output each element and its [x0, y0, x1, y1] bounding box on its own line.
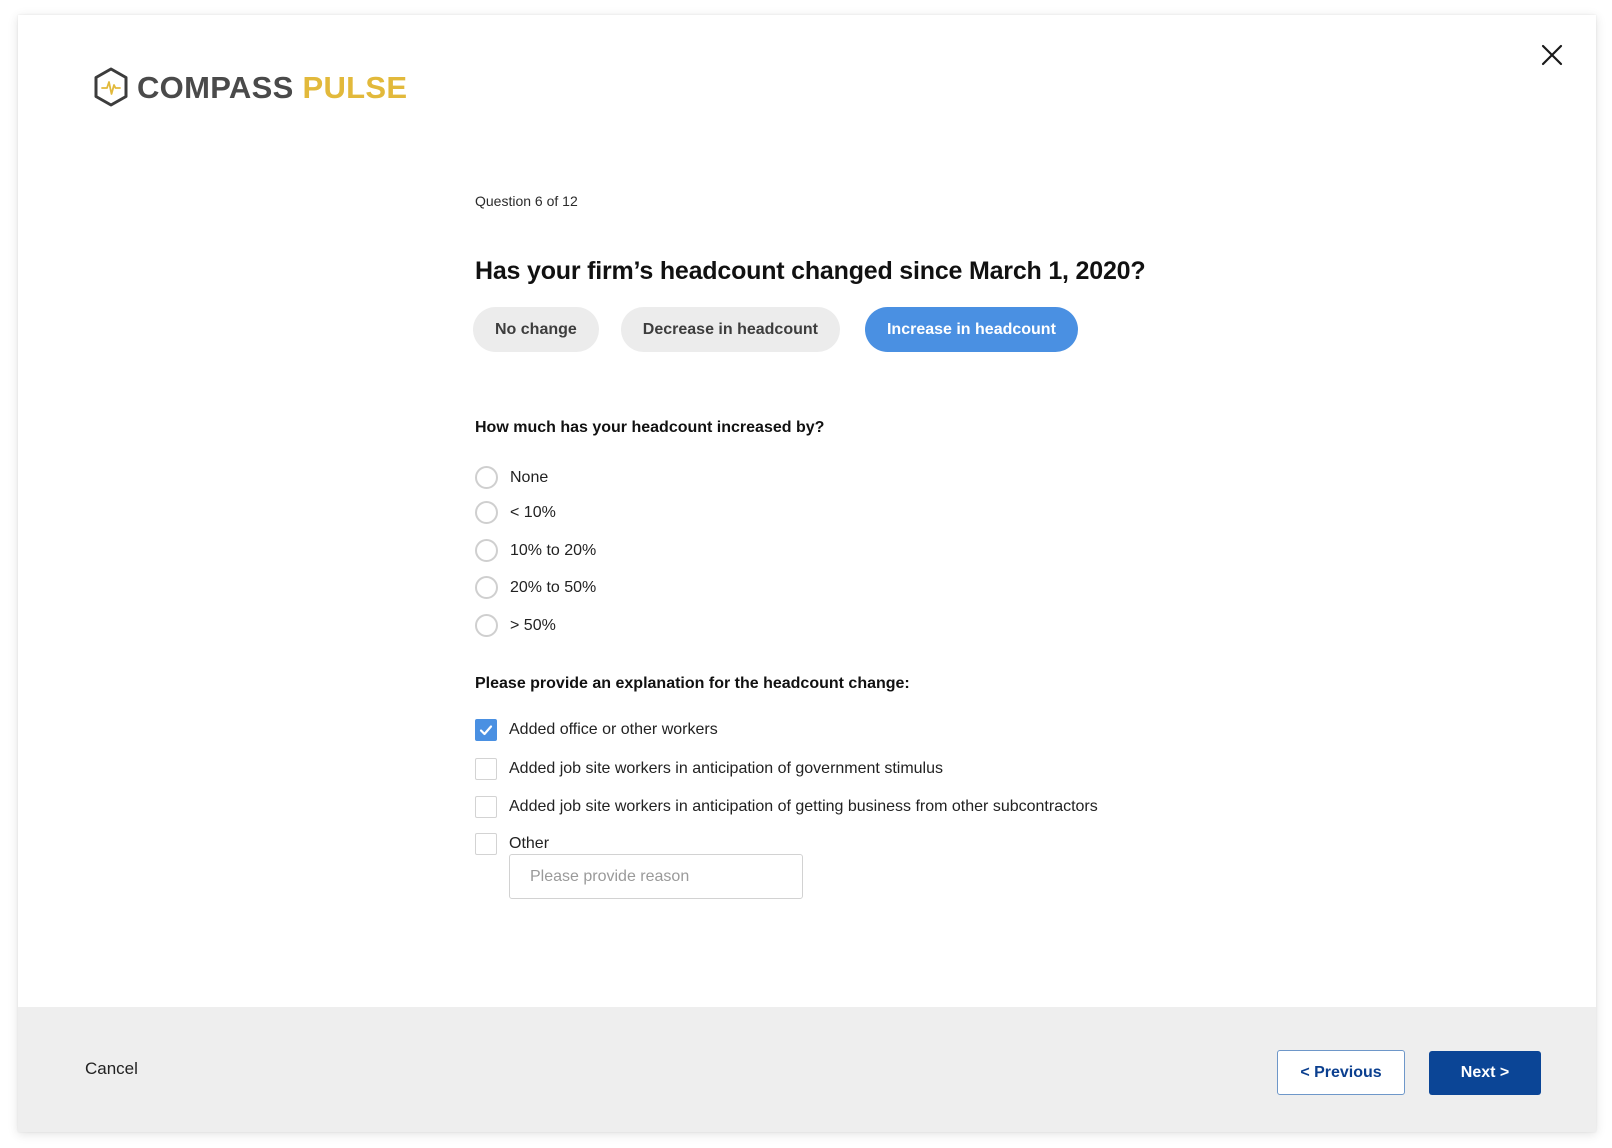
checkbox-option-subcontractors[interactable]: Added job site workers in anticipation o…	[475, 796, 1098, 818]
radio-label: < 10%	[510, 503, 556, 521]
checkbox[interactable]	[475, 758, 497, 780]
radio-button[interactable]	[475, 614, 498, 637]
checkbox[interactable]	[475, 796, 497, 818]
radio-label: 20% to 50%	[510, 578, 597, 596]
brand-name-pulse: PULSE	[302, 69, 408, 105]
option-decrease-headcount[interactable]: Decrease in headcount	[620, 307, 840, 352]
checkbox[interactable]	[475, 833, 497, 855]
radio-button[interactable]	[475, 466, 498, 489]
radio-button[interactable]	[475, 576, 498, 599]
radio-label: None	[510, 468, 549, 486]
checkmark-icon	[479, 725, 493, 736]
checkbox[interactable]	[475, 719, 497, 741]
checkbox-option-government-stimulus[interactable]: Added job site workers in anticipation o…	[475, 758, 943, 780]
radio-label: > 50%	[510, 616, 556, 634]
brand-name-compass: COMPASS	[137, 69, 294, 105]
increase-amount-question: How much has your headcount increased by…	[475, 419, 825, 436]
radio-option-lt-10[interactable]: < 10%	[475, 501, 556, 524]
other-reason-input[interactable]	[509, 854, 803, 899]
checkbox-label: Other	[509, 835, 550, 852]
question-title: Has your firm’s headcount changed since …	[475, 257, 1146, 285]
close-icon	[1541, 44, 1563, 66]
checkbox-option-other[interactable]: Other	[475, 833, 549, 855]
next-button[interactable]: Next >	[1429, 1051, 1541, 1095]
survey-modal: COMPASS PULSE Question 6 of 12 Has your …	[18, 15, 1596, 1132]
radio-label: 10% to 20%	[510, 541, 597, 559]
option-increase-headcount[interactable]: Increase in headcount	[864, 307, 1078, 352]
modal-footer: Cancel < Previous Next >	[18, 1007, 1596, 1132]
headcount-change-options: No change Decrease in headcount Increase…	[473, 307, 1078, 352]
checkbox-label: Added job site workers in anticipation o…	[509, 798, 1098, 815]
radio-option-20-50[interactable]: 20% to 50%	[475, 576, 596, 599]
radio-button[interactable]	[475, 539, 498, 562]
checkbox-label: Added office or other workers	[509, 721, 718, 738]
checkbox-label: Added job site workers in anticipation o…	[509, 760, 943, 777]
brand-logo: COMPASS PULSE	[93, 67, 407, 107]
radio-option-none[interactable]: None	[475, 466, 548, 489]
radio-option-gt-50[interactable]: > 50%	[475, 614, 556, 637]
cancel-link[interactable]: Cancel	[85, 1059, 138, 1079]
explanation-question: Please provide an explanation for the he…	[475, 675, 910, 692]
option-no-change[interactable]: No change	[473, 307, 599, 352]
brand-wordmark: COMPASS PULSE	[137, 72, 407, 103]
checkbox-option-office-workers[interactable]: Added office or other workers	[475, 719, 718, 741]
question-progress: Question 6 of 12	[475, 193, 578, 209]
previous-button[interactable]: < Previous	[1277, 1050, 1405, 1095]
close-button[interactable]	[1538, 41, 1566, 69]
radio-button[interactable]	[475, 501, 498, 524]
radio-option-10-20[interactable]: 10% to 20%	[475, 539, 596, 562]
hexagon-pulse-icon	[94, 67, 128, 107]
